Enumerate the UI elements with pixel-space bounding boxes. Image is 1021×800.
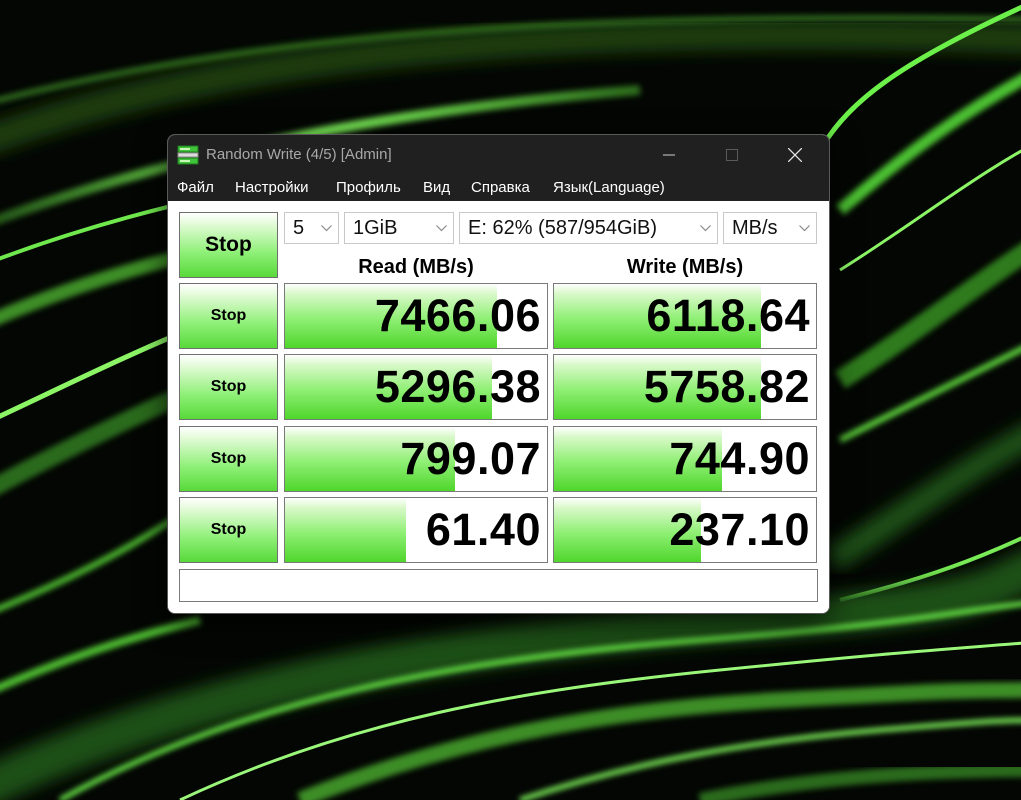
menu-view[interactable]: Вид: [423, 179, 450, 196]
stop-test-4-button[interactable]: Stop: [179, 497, 278, 563]
chevron-down-icon: [314, 213, 338, 243]
test-count-value: 5: [293, 217, 305, 239]
desktop: Random Write (4/5) [Admin] Файл Настройк…: [0, 0, 1021, 800]
write-value-2: 5758.82: [643, 361, 810, 412]
write-result-3: 744.90: [553, 426, 817, 492]
benchmark-panel: Stop 5 1GiB E: 62% (587/954GiB) MB/s Rea…: [168, 201, 829, 613]
read-result-3: 799.07: [284, 426, 548, 492]
write-value-3: 744.90: [669, 433, 810, 484]
read-value-1: 7466.06: [374, 290, 541, 341]
read-header: Read (MB/s): [358, 256, 474, 278]
maximize-button[interactable]: [709, 135, 755, 175]
drive-value: E: 62% (587/954GiB): [468, 217, 657, 239]
test-size-select[interactable]: 1GiB: [344, 212, 454, 244]
write-value-4: 237.10: [669, 504, 810, 555]
read-value-3: 799.07: [400, 433, 541, 484]
test-count-select[interactable]: 5: [284, 212, 339, 244]
stop-test-1-button[interactable]: Stop: [179, 283, 278, 349]
close-icon: [788, 148, 802, 162]
app-window: Random Write (4/5) [Admin] Файл Настройк…: [167, 134, 830, 614]
minimize-button[interactable]: [646, 135, 692, 175]
disk-drive-icon: [177, 144, 199, 171]
read-result-2: 5296.38: [284, 354, 548, 420]
read-value-4: 61.40: [425, 504, 541, 555]
stop-all-button[interactable]: Stop: [179, 212, 278, 278]
unit-select[interactable]: MB/s: [723, 212, 817, 244]
comment-field[interactable]: [179, 569, 818, 602]
chevron-down-icon: [693, 213, 717, 243]
unit-value: MB/s: [732, 217, 778, 239]
write-result-4: 237.10: [553, 497, 817, 563]
read-value-2: 5296.38: [374, 361, 541, 412]
stop-test-2-button[interactable]: Stop: [179, 354, 278, 420]
read-result-4: 61.40: [284, 497, 548, 563]
drive-select[interactable]: E: 62% (587/954GiB): [459, 212, 718, 244]
write-result-2: 5758.82: [553, 354, 817, 420]
menu-file[interactable]: Файл: [177, 179, 214, 196]
stop-test-3-button[interactable]: Stop: [179, 426, 278, 492]
title-bar[interactable]: Random Write (4/5) [Admin]: [168, 135, 829, 175]
read-bar-4: [285, 498, 406, 562]
menu-profile[interactable]: Профиль: [336, 179, 401, 196]
write-value-1: 6118.64: [646, 290, 810, 341]
write-result-1: 6118.64: [553, 283, 817, 349]
menu-bar: Файл Настройки Профиль Вид Справка Язык(…: [168, 175, 829, 201]
window-title: Random Write (4/5) [Admin]: [206, 146, 392, 163]
close-button[interactable]: [772, 135, 818, 175]
read-result-1: 7466.06: [284, 283, 548, 349]
minimize-icon: [663, 154, 675, 156]
menu-language[interactable]: Язык(Language): [553, 179, 665, 196]
maximize-icon: [726, 149, 738, 161]
chevron-down-icon: [429, 213, 453, 243]
menu-settings[interactable]: Настройки: [235, 179, 309, 196]
test-size-value: 1GiB: [353, 217, 398, 239]
chevron-down-icon: [792, 213, 816, 243]
write-header: Write (MB/s): [626, 256, 744, 278]
menu-help[interactable]: Справка: [471, 179, 530, 196]
